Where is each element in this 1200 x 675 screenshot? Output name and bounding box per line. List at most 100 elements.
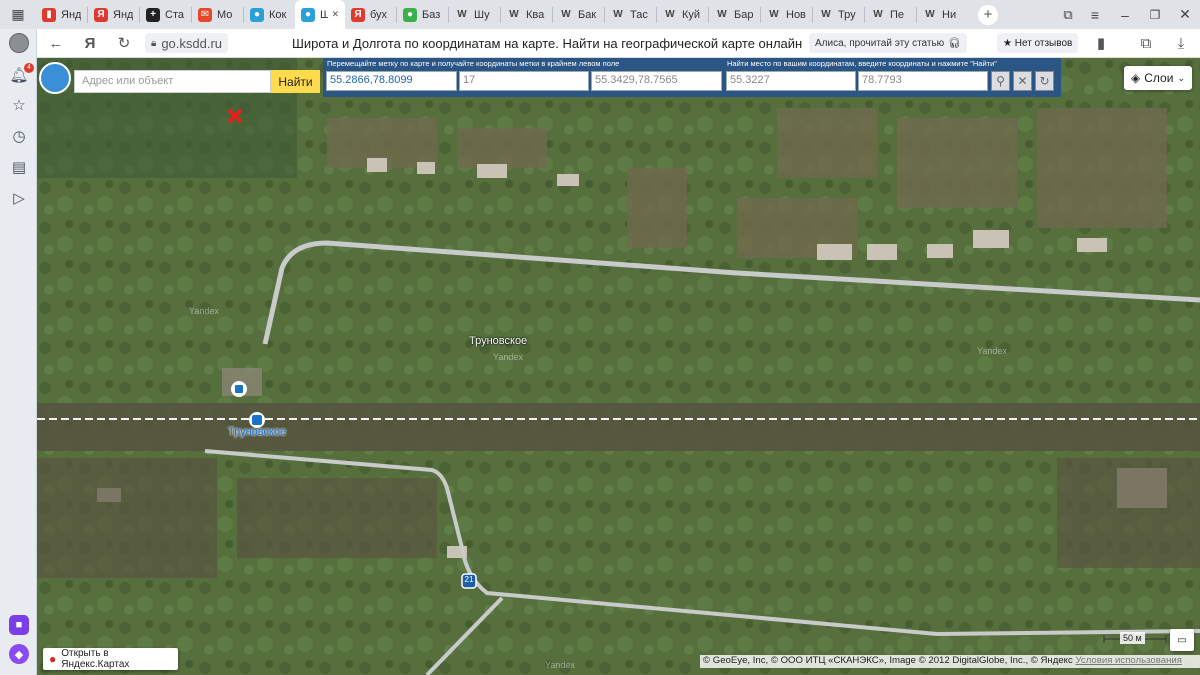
map-find-button[interactable]: Найти: [271, 70, 320, 93]
new-tab-button[interactable]: +: [978, 4, 998, 25]
tab-label: Кок: [269, 8, 287, 21]
open-in-yandex-maps-button[interactable]: ● Открыть в Яндекс.Картах: [43, 648, 178, 670]
browser-tab[interactable]: + Ста: [140, 0, 191, 29]
plus-icon: +: [146, 7, 160, 22]
marker-coordinates-field[interactable]: 55.2866,78.8099: [326, 71, 457, 91]
tab-overview-icon[interactable]: ▦: [0, 0, 36, 29]
alice-read-button[interactable]: Алиса, прочитай эту статью 🎧︎: [809, 33, 967, 53]
back-button[interactable]: ←: [45, 32, 67, 54]
close-window-button[interactable]: ✕: [1170, 6, 1200, 23]
browser-tab[interactable]: W Куй: [657, 0, 708, 29]
tab-label: Бар: [734, 8, 754, 21]
layers-icon: ◈: [1131, 71, 1141, 85]
globe-icon: ●: [250, 7, 264, 22]
map-pin-icon: ●: [49, 652, 57, 666]
browser-tab[interactable]: W Бар: [709, 0, 760, 29]
yandex-zen-icon: ▮: [42, 7, 56, 22]
bookmark-icon[interactable]: ▮: [1090, 32, 1112, 54]
village-label: Труновское: [469, 335, 528, 347]
latitude-input[interactable]: 55.3227: [726, 71, 856, 91]
maximize-button[interactable]: ❐: [1140, 8, 1170, 22]
zoom-field[interactable]: 17: [459, 71, 589, 91]
browser-tab[interactable]: W Тас: [605, 0, 656, 29]
browser-tab[interactable]: ● Баз: [397, 0, 448, 29]
wikipedia-icon: W: [457, 9, 467, 20]
coordinates-panel: Перемещайте метку по карте и получайте к…: [323, 58, 1061, 97]
longitude-input[interactable]: 78.7793: [858, 71, 988, 91]
play-icon[interactable]: ▷: [9, 188, 29, 208]
refresh-coordinates-button[interactable]: ↻: [1035, 71, 1054, 91]
lock-icon: 🔒︎: [151, 37, 157, 49]
tab-label: Пе: [890, 8, 905, 21]
find-place-label: Найти место по вашим координатам, введит…: [727, 59, 997, 68]
menu-icon[interactable]: ≡: [1080, 7, 1110, 23]
move-marker-label: Перемещайте метку по карте и получайте к…: [327, 59, 620, 68]
terms-link[interactable]: Условия использования: [1075, 655, 1181, 666]
scale-label: 50 м: [1120, 632, 1145, 644]
browser-tab[interactable]: W Тру: [813, 0, 864, 29]
avatar[interactable]: [9, 33, 29, 53]
wikipedia-icon: W: [821, 9, 831, 20]
download-icon[interactable]: ⤓: [1170, 32, 1192, 54]
browser-tab[interactable]: W Нов: [761, 0, 812, 29]
station-label[interactable]: Труновское: [228, 426, 286, 438]
tab-label: Ни: [942, 8, 957, 21]
tab-label: Шу: [474, 8, 490, 21]
yandex-icon: Я: [351, 7, 365, 22]
tab-label: Янд: [61, 8, 81, 21]
star-icon[interactable]: ☆: [9, 95, 29, 115]
satellite-map[interactable]: Труновское Труновское 21 Yandex Yandex Y…: [37, 58, 1200, 675]
page-title: Широта и Долгота по координатам на карте…: [292, 35, 803, 51]
address-bar: ← Я ↻ 🔒︎ go.ksdd.ru Широта и Долгота по …: [37, 29, 1200, 58]
wikipedia-icon: W: [769, 9, 779, 20]
extensions-icon[interactable]: ⧉: [1135, 32, 1157, 54]
yandex-icon[interactable]: Я: [79, 32, 101, 54]
road-number: 21: [464, 575, 474, 584]
browser-tab[interactable]: ● Ш ✕: [295, 0, 345, 29]
tab-label: Бак: [578, 8, 597, 21]
browser-tab[interactable]: ✉ Мо: [192, 0, 243, 29]
tab-label: Куй: [682, 8, 701, 21]
notes-icon[interactable]: ▤: [9, 157, 29, 177]
browser-tab[interactable]: ▮ Янд: [36, 0, 87, 29]
wikipedia-icon: W: [561, 9, 571, 20]
browser-tab[interactable]: ● Кок: [244, 0, 295, 29]
browser-tab[interactable]: Я Янд: [88, 0, 139, 29]
site-url[interactable]: 🔒︎ go.ksdd.ru: [145, 33, 229, 53]
browser-tab[interactable]: W Ква: [501, 0, 552, 29]
tab-label: Ш: [320, 8, 329, 21]
ruler-icon[interactable]: ▭: [1170, 629, 1194, 651]
browser-tab[interactable]: W Бак: [553, 0, 604, 29]
tab-label: Тас: [630, 8, 648, 21]
search-coordinates-button[interactable]: ⚲: [991, 71, 1010, 91]
close-tab-icon[interactable]: ✕: [331, 9, 339, 20]
wikipedia-icon: W: [665, 9, 675, 20]
minimize-button[interactable]: –: [1110, 7, 1140, 23]
browser-tab[interactable]: W Пе: [865, 0, 916, 29]
wikipedia-icon: W: [925, 9, 935, 20]
green-icon: ●: [403, 7, 417, 22]
wikipedia-icon: W: [873, 9, 883, 20]
browser-tab[interactable]: W Ни: [917, 0, 968, 29]
copyright: © GeoEye, Inc, © ООО ИТЦ «СКАНЭКС», Imag…: [700, 655, 1200, 668]
browser-tab[interactable]: Ябух: [345, 0, 396, 29]
reviews-button[interactable]: ★ Нет отзывов: [997, 33, 1079, 53]
notification-badge: 4: [24, 63, 34, 73]
history-icon[interactable]: ◷: [9, 126, 29, 146]
clear-coordinates-button[interactable]: ✕: [1013, 71, 1032, 91]
headphones-icon: 🎧︎: [948, 37, 961, 49]
corner-coordinates-field[interactable]: 55.3429,78.7565: [591, 71, 722, 91]
wikipedia-icon: W: [509, 9, 519, 20]
watermark: Yandex: [189, 306, 219, 316]
map-search-input[interactable]: Адрес или объект: [74, 70, 271, 93]
collections-icon[interactable]: ⧉: [1056, 7, 1080, 23]
layers-button[interactable]: ◈ Слои ⌄: [1124, 66, 1192, 90]
compass-logo-icon[interactable]: [39, 62, 71, 94]
tab-label: Янд: [113, 8, 133, 21]
tab-label: Мо: [217, 8, 233, 21]
messenger-icon[interactable]: ■: [9, 615, 29, 635]
wikipedia-icon: W: [717, 9, 727, 20]
reload-button[interactable]: ↻: [113, 32, 135, 54]
browser-tab[interactable]: W Шу: [449, 0, 500, 29]
alice-icon[interactable]: ◆: [9, 644, 29, 664]
